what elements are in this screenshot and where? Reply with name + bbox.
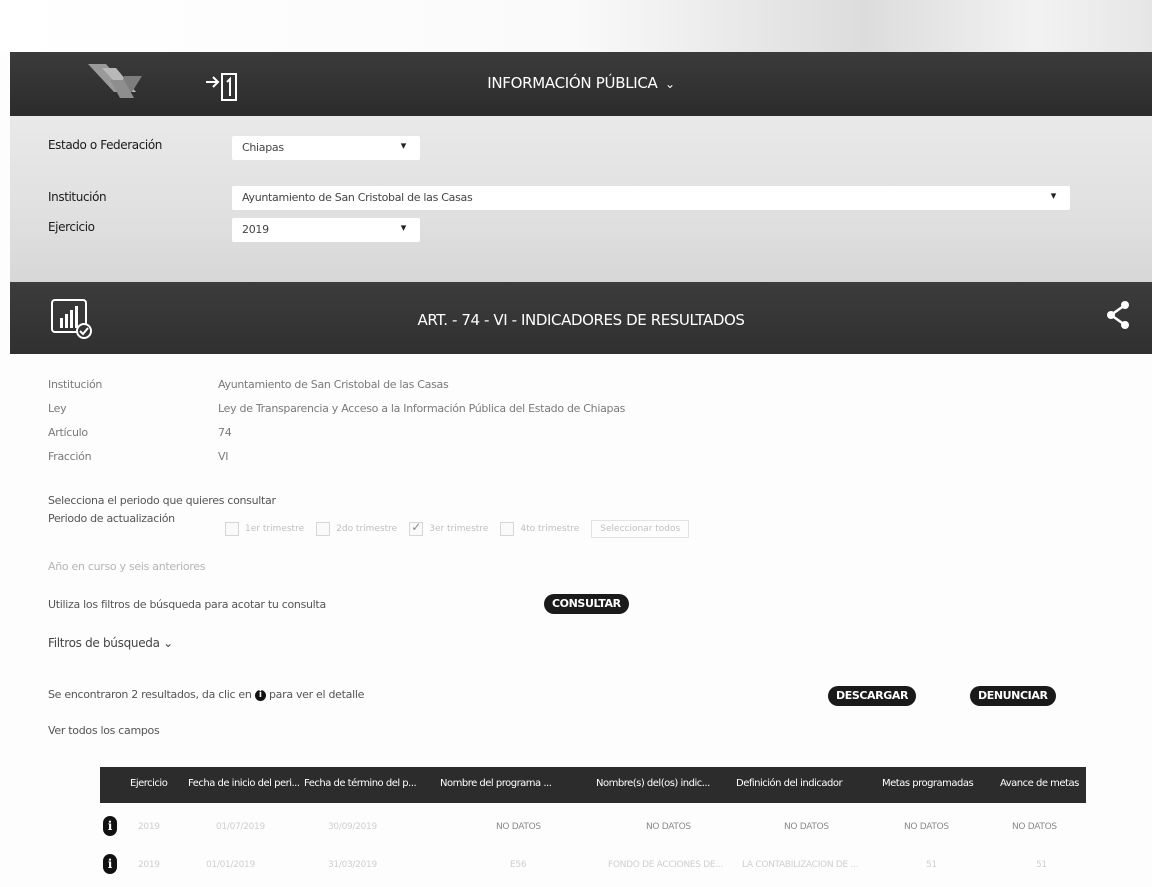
browser-top-fade (0, 0, 1152, 52)
column-header[interactable]: Ejercicio (130, 778, 168, 789)
meta-institucion-value: Ayuntamiento de San Cristobal de las Cas… (218, 378, 449, 391)
period-option-label: 2do trimestre (336, 524, 398, 534)
table-cell: 30/09/2019 (328, 822, 377, 832)
meta-fraccion-value: VI (218, 450, 229, 463)
results-suffix: para ver el detalle (268, 688, 365, 701)
table-cell: E56 (510, 860, 527, 870)
table-cell: LA CONTABILIZACION DE ... (742, 860, 859, 870)
filters-toggle-label: Filtros de búsqueda (48, 636, 160, 650)
results-table-header: Ejercicio Fecha de inicio del peri... Fe… (100, 767, 1086, 803)
info-publica-menu[interactable]: INFORMACIÓN PÚBLICA ⌄ (10, 74, 1152, 92)
table-cell: 51 (926, 860, 937, 870)
meta-articulo-label: Artículo (48, 426, 88, 439)
meta-ley-value: Ley de Transparencia y Acceso a la Infor… (218, 402, 626, 415)
ejercicio-label: Ejercicio (48, 220, 95, 234)
filter-panel: Estado o Federación Chiapas ▾ Institució… (10, 116, 1152, 282)
table-cell: NO DATOS (646, 822, 691, 832)
table-cell: 51 (1036, 860, 1047, 870)
institucion-select-value: Ayuntamiento de San Cristobal de las Cas… (242, 191, 473, 204)
select-all-button[interactable]: Seleccionar todos (591, 520, 690, 538)
institucion-select[interactable]: Ayuntamiento de San Cristobal de las Cas… (232, 186, 1070, 210)
table-cell: 01/01/2019 (206, 860, 255, 870)
table-row: i 2019 01/01/2019 31/03/2019 E56 FONDO D… (100, 846, 1086, 880)
table-cell: NO DATOS (1012, 822, 1057, 832)
table-cell: FONDO DE ACCIONES DE... (608, 860, 723, 870)
share-icon[interactable] (1106, 300, 1130, 330)
section-header: ART. - 74 - VI - INDICADORES DE RESULTAD… (10, 282, 1152, 354)
estado-select[interactable]: Chiapas ▾ (232, 136, 420, 160)
column-header[interactable]: Definición del indicador (736, 778, 843, 789)
results-summary: Se encontraron 2 resultados, da clic en … (48, 688, 364, 701)
caret-down-icon: ▾ (1050, 189, 1057, 202)
chevron-down-icon: ⌄ (163, 636, 173, 650)
table-cell: NO DATOS (784, 822, 829, 832)
table-cell: NO DATOS (496, 822, 541, 832)
column-header[interactable]: Nombre(s) del(os) indic... (596, 778, 710, 789)
top-header: INFORMACIÓN PÚBLICA ⌄ (10, 52, 1152, 116)
row-detail-info-icon[interactable]: i (103, 816, 117, 836)
table-cell: 31/03/2019 (328, 860, 377, 870)
view-all-fields-link[interactable]: Ver todos los campos (48, 724, 160, 737)
table-cell: NO DATOS (904, 822, 949, 832)
caret-down-icon: ▾ (400, 139, 407, 152)
period-checkbox-2[interactable] (316, 522, 331, 536)
meta-fraccion-label: Fracción (48, 450, 92, 463)
estado-label: Estado o Federación (48, 138, 163, 152)
descargar-button[interactable]: DESCARGAR (828, 686, 917, 706)
results-prefix: Se encontraron 2 resultados, da clic en (48, 688, 252, 701)
header-title-text: INFORMACIÓN PÚBLICA (487, 74, 658, 92)
denunciar-button[interactable]: DENUNCIAR (970, 686, 1056, 706)
year-note: Año en curso y seis anteriores (48, 560, 206, 573)
column-header[interactable]: Fecha de inicio del peri... (188, 778, 300, 789)
table-cell: 2019 (138, 860, 160, 870)
meta-ley-label: Ley (48, 402, 67, 415)
section-title: ART. - 74 - VI - INDICADORES DE RESULTAD… (417, 311, 745, 329)
period-options: 1er trimestre 2do trimestre 3er trimestr… (225, 520, 690, 538)
table-cell: 2019 (138, 822, 160, 832)
info-icon: i (254, 689, 266, 701)
chevron-down-icon: ⌄ (664, 77, 675, 91)
table-row: i 2019 01/07/2019 30/09/2019 NO DATOS NO… (100, 808, 1086, 842)
column-header[interactable]: Nombre del programa ... (440, 778, 552, 789)
filters-toggle[interactable]: Filtros de búsqueda ⌄ (48, 636, 173, 650)
period-prompt: Selecciona el periodo que quieres consul… (48, 494, 276, 507)
period-option-label: 1er trimestre (245, 524, 305, 534)
caret-down-icon: ▾ (400, 221, 407, 234)
search-hint: Utiliza los filtros de búsqueda para aco… (48, 598, 326, 611)
period-option-label: 4to trimestre (520, 524, 580, 534)
estado-select-value: Chiapas (242, 141, 284, 154)
period-checkbox-3[interactable] (409, 520, 424, 536)
period-option-label: 3er trimestre (429, 524, 489, 534)
ejercicio-select[interactable]: 2019 ▾ (232, 218, 420, 242)
meta-institucion-label: Institución (48, 378, 103, 391)
ejercicio-select-value: 2019 (242, 223, 269, 236)
period-checkbox-4[interactable] (500, 522, 515, 536)
column-header[interactable]: Avance de metas (1000, 778, 1079, 789)
column-header[interactable]: Metas programadas (882, 778, 974, 789)
consultar-button[interactable]: CONSULTAR (544, 594, 629, 614)
institucion-label: Institución (48, 190, 107, 204)
period-label: Periodo de actualización (48, 512, 175, 525)
meta-articulo-value: 74 (218, 426, 232, 439)
row-detail-info-icon[interactable]: i (103, 854, 117, 874)
table-cell: 01/07/2019 (216, 822, 265, 832)
column-header[interactable]: Fecha de término del p... (304, 778, 417, 789)
period-checkbox-1[interactable] (225, 522, 239, 536)
